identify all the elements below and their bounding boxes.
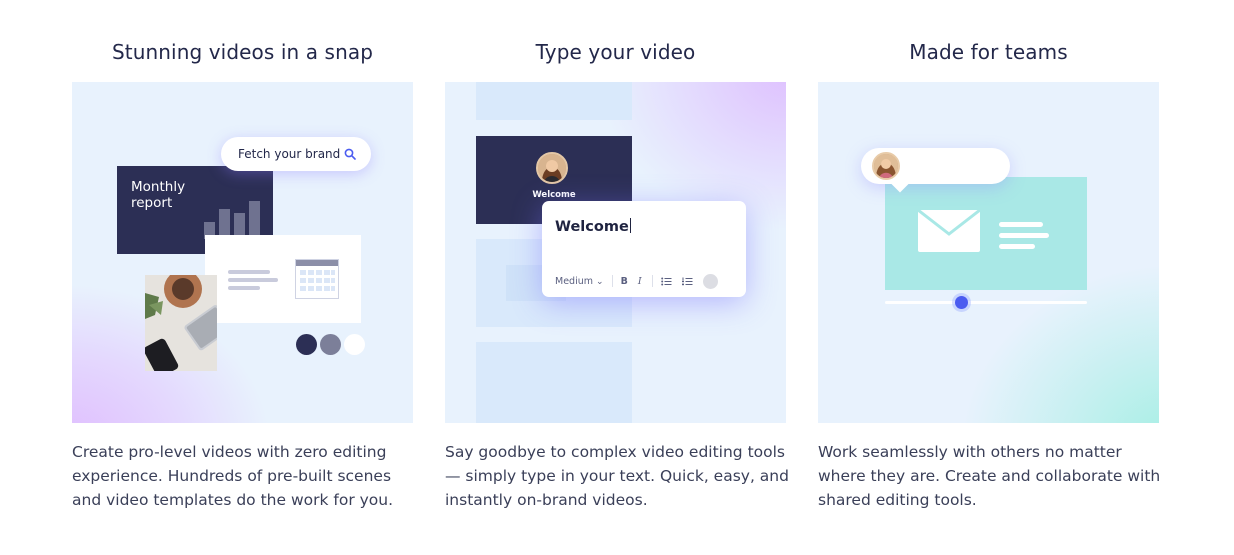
bullet-list-icon[interactable]	[660, 277, 672, 286]
timeline-slider-handle[interactable]	[955, 296, 968, 309]
brand-search-label: Fetch your brand	[238, 147, 341, 161]
text-line	[228, 270, 270, 274]
font-size-select[interactable]: Medium ⌄	[555, 276, 604, 287]
report-card-title: Monthly report	[131, 179, 186, 211]
text-line	[228, 278, 278, 282]
feature-description: Create pro-level videos with zero editin…	[72, 443, 394, 509]
brand-search-field[interactable]: Fetch your brand	[221, 137, 371, 171]
swatch-navy[interactable]	[296, 334, 317, 355]
color-icon[interactable]	[702, 273, 718, 289]
feature-description: Work seamlessly with others no matter wh…	[818, 443, 1161, 509]
envelope-icon	[918, 210, 980, 252]
text-line	[999, 244, 1035, 249]
editor-toolbar: Medium ⌄ B I	[555, 273, 718, 289]
template-card	[205, 235, 361, 323]
feature-title: Made for teams	[909, 40, 1068, 64]
photo-thumbnail	[145, 275, 217, 371]
feature-title: Type your video	[535, 40, 696, 64]
feature-illustration: Welcome Welcome Medium ⌄ B I	[445, 82, 786, 423]
collaborator-comment-bubble	[861, 148, 1010, 193]
text-line	[999, 222, 1043, 227]
feature-description: Say goodbye to complex video editing too…	[445, 443, 789, 509]
bold-icon[interactable]: B	[621, 276, 628, 287]
swatch-white[interactable]	[344, 334, 365, 355]
timeline-slider[interactable]	[885, 296, 1087, 309]
search-icon	[344, 148, 356, 160]
preview-caption: Welcome	[532, 190, 576, 200]
numbered-list-icon[interactable]	[681, 277, 693, 286]
avatar	[872, 152, 900, 180]
calendar-icon	[295, 259, 339, 299]
text-line	[228, 286, 260, 290]
feature-illustration	[818, 82, 1159, 423]
text-line	[999, 233, 1049, 238]
text-editor-card[interactable]: Welcome Medium ⌄ B I	[542, 201, 746, 297]
shared-screen	[885, 177, 1087, 290]
feature-title: Stunning videos in a snap	[111, 40, 373, 64]
scene-placeholder	[476, 82, 632, 120]
avatar	[536, 152, 568, 184]
chevron-down-icon: ⌄	[596, 276, 604, 287]
bar-chart-bar	[249, 201, 260, 239]
feature-illustration: Monthly report Fetch your brand	[72, 82, 413, 423]
scene-placeholder	[476, 342, 632, 423]
swatch-gray[interactable]	[320, 334, 341, 355]
italic-icon[interactable]: I	[638, 276, 642, 287]
editor-text[interactable]: Welcome	[555, 218, 631, 235]
